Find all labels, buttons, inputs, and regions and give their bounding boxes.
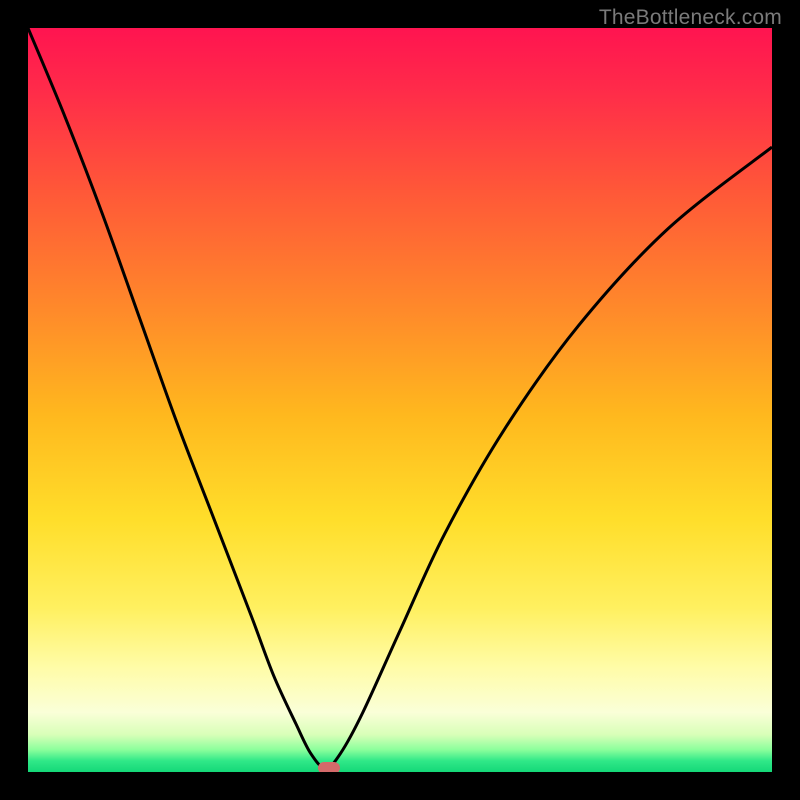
optimum-marker (318, 762, 340, 772)
chart-frame: TheBottleneck.com (0, 0, 800, 800)
watermark-text: TheBottleneck.com (599, 6, 782, 30)
bottleneck-curve (28, 28, 772, 768)
curve-layer (28, 28, 772, 772)
plot-area (28, 28, 772, 772)
